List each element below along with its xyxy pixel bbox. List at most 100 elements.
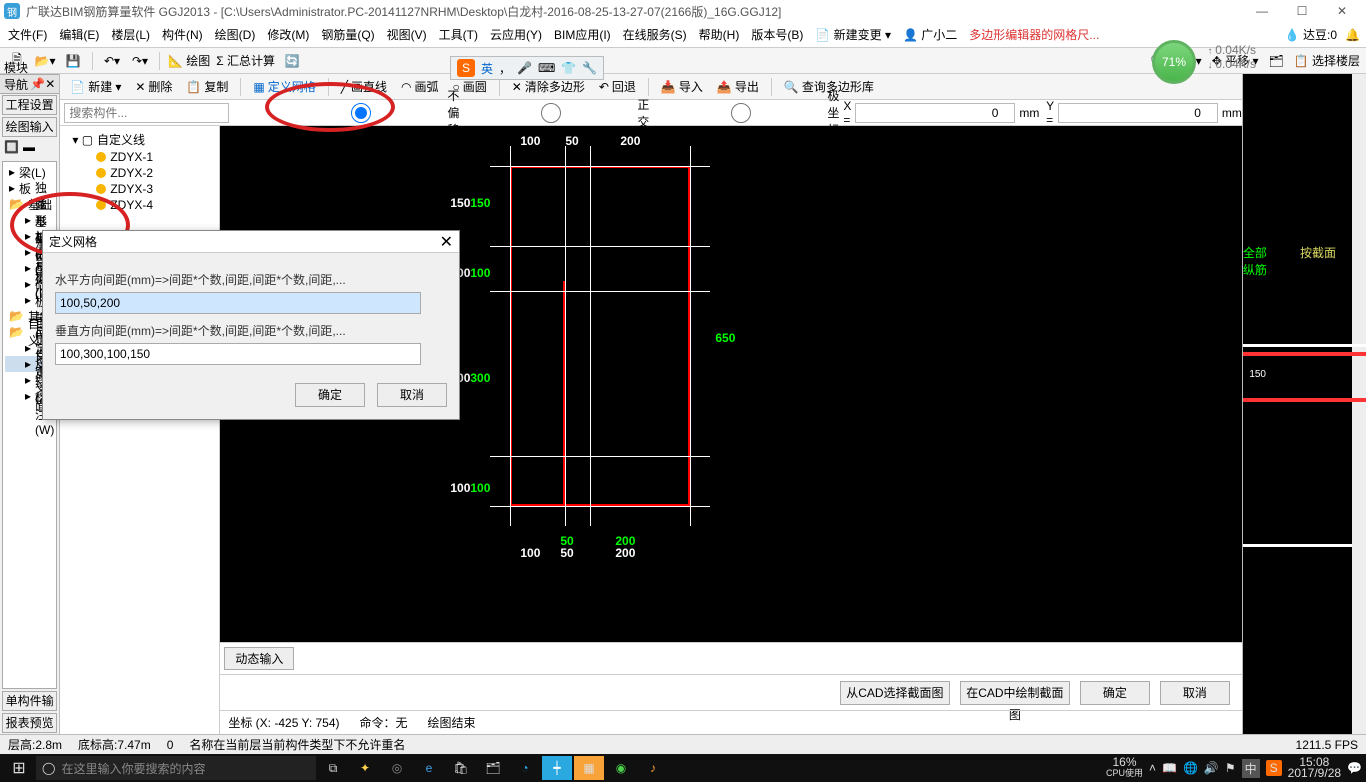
- preview-scrollbar[interactable]: [1352, 74, 1366, 734]
- tree-root[interactable]: ▾ ▢ 自定义线: [64, 130, 215, 149]
- vert-spacing-input[interactable]: [55, 343, 421, 365]
- report-preview-btn[interactable]: 报表预览: [2, 713, 57, 733]
- cpu-meter[interactable]: 16%CPU使用: [1106, 757, 1143, 779]
- x-input[interactable]: [855, 103, 1015, 123]
- new-change-btn[interactable]: 📄 新建变更 ▾: [813, 24, 893, 45]
- in-cad-btn[interactable]: 在CAD中绘制截面图: [960, 681, 1070, 705]
- ime-keyboard-icon[interactable]: ⌨: [538, 61, 555, 75]
- performance-badge[interactable]: 71%: [1152, 40, 1196, 84]
- custom-line-tree[interactable]: ▾ ▢ 自定义线 ZDYX-1 ZDYX-2 ZDYX-3 ZDYX-4: [60, 126, 220, 734]
- tree-mode-icon2[interactable]: ▬: [23, 140, 35, 158]
- taskbar-search[interactable]: ◯ 在这里输入你要搜索的内容: [36, 756, 316, 780]
- horiz-spacing-input[interactable]: [55, 292, 421, 314]
- delete-btn[interactable]: ✕ 删除: [131, 76, 176, 97]
- menu-版本号(B)[interactable]: 版本号(B): [749, 24, 805, 45]
- tb-edge-icon[interactable]: e: [414, 756, 444, 780]
- tb-app-4[interactable]: ┿: [542, 756, 572, 780]
- tb-store-icon[interactable]: 🛍: [446, 756, 476, 780]
- redo-icon[interactable]: ↷▾: [129, 51, 151, 71]
- canvas-ok-btn[interactable]: 确定: [1080, 681, 1150, 705]
- tb-app-5[interactable]: ▦: [574, 756, 604, 780]
- tray-book-icon[interactable]: 📖: [1162, 761, 1177, 775]
- undo-icon[interactable]: ↶▾: [101, 51, 123, 71]
- tb-app-7[interactable]: ♪: [638, 756, 668, 780]
- user-label[interactable]: 👤 广小二: [901, 24, 959, 45]
- from-cad-btn[interactable]: 从CAD选择截面图: [840, 681, 950, 705]
- ime-toolbar[interactable]: S 英 ， 🎤 ⌨ 👕 🔧: [450, 56, 604, 80]
- menu-帮助(H)[interactable]: 帮助(H): [697, 24, 742, 45]
- tree-item[interactable]: ▸ 梁(L): [5, 164, 54, 180]
- dialog-ok-btn[interactable]: 确定: [295, 383, 365, 407]
- dialog-titlebar[interactable]: 定义网格 ✕: [43, 231, 459, 253]
- tray-net-icon[interactable]: 🌐: [1183, 761, 1198, 775]
- gear-icon: [96, 200, 106, 210]
- save-icon[interactable]: 💾: [62, 51, 84, 71]
- y-input[interactable]: [1058, 103, 1218, 123]
- single-component-btn[interactable]: 单构件输入: [2, 691, 57, 711]
- maximize-button[interactable]: ☐: [1282, 4, 1322, 18]
- menu-编辑(E)[interactable]: 编辑(E): [57, 24, 101, 45]
- ime-settings-icon[interactable]: 🔧: [582, 61, 597, 75]
- canvas-cancel-btn[interactable]: 取消: [1160, 681, 1230, 705]
- tb-app-6[interactable]: ◉: [606, 756, 636, 780]
- tb-explorer-icon[interactable]: 🗂: [478, 756, 508, 780]
- ime-lang[interactable]: 英: [481, 60, 493, 77]
- tray-vol-icon[interactable]: 🔊: [1204, 761, 1219, 775]
- menu-在线服务(S)[interactable]: 在线服务(S): [621, 24, 689, 45]
- menu-文件(F)[interactable]: 文件(F): [6, 24, 49, 45]
- tray-flag-icon[interactable]: ⚑: [1225, 761, 1236, 775]
- sum-btn[interactable]: Σ 汇总计算: [216, 52, 275, 69]
- menu-绘图(D)[interactable]: 绘图(D): [213, 24, 258, 45]
- menu-钢筋量(Q)[interactable]: 钢筋量(Q): [319, 24, 376, 45]
- bell-icon[interactable]: 🔔: [1345, 28, 1360, 42]
- windows-taskbar[interactable]: ⊞ ◯ 在这里输入你要搜索的内容 ⧉ ✦ ◎ e 🛍 🗂 ◔ ┿ ▦ ◉ ♪ 1…: [0, 754, 1366, 782]
- ime-skin-icon[interactable]: 👕: [561, 61, 576, 75]
- clock[interactable]: 15:082017/9/28: [1288, 757, 1341, 779]
- tb-app-2[interactable]: ◎: [382, 756, 412, 780]
- layer-icon[interactable]: 🗂: [1268, 54, 1283, 68]
- sel-floor-btn[interactable]: 📋 选择楼层: [1294, 52, 1360, 69]
- tb-app-3[interactable]: ◔: [510, 756, 540, 780]
- copy-btn[interactable]: 📋 复制: [182, 76, 232, 97]
- ime-indicator[interactable]: 中: [1242, 759, 1260, 778]
- menu-工具(T)[interactable]: 工具(T): [437, 24, 480, 45]
- draw-input-btn[interactable]: 绘图输入: [2, 117, 57, 137]
- menu-楼层(L)[interactable]: 楼层(L): [109, 24, 152, 45]
- new-component-btn[interactable]: 📄 新建 ▾: [66, 76, 125, 97]
- project-settings-btn[interactable]: 工程设置: [2, 95, 57, 115]
- zdyx-item[interactable]: ZDYX-2: [64, 165, 215, 181]
- sogou-tray-icon[interactable]: S: [1266, 760, 1282, 776]
- dynamic-input-toggle[interactable]: 动态输入: [224, 647, 294, 670]
- menu-BIM应用(I)[interactable]: BIM应用(I): [552, 24, 613, 45]
- menu-构件(N)[interactable]: 构件(N): [160, 24, 205, 45]
- draw-btn[interactable]: 📐 绘图: [168, 52, 210, 69]
- minimize-button[interactable]: —: [1242, 4, 1282, 18]
- dim-left-4: 100: [470, 481, 490, 495]
- section-preview[interactable]: 全部纵筋 按截面 150: [1242, 74, 1366, 734]
- zdyx-item[interactable]: ZDYX-3: [64, 181, 215, 197]
- tb-app-1[interactable]: ✦: [350, 756, 380, 780]
- dialog-cancel-btn[interactable]: 取消: [377, 383, 447, 407]
- tree-mode-icon[interactable]: 🔲: [4, 140, 19, 158]
- action-center-icon[interactable]: 💬: [1347, 761, 1362, 775]
- ime-mic-icon[interactable]: 🎤: [517, 61, 532, 75]
- panel-close-icon[interactable]: ✕: [45, 77, 55, 91]
- system-tray[interactable]: 16%CPU使用 ˄ 📖 🌐 🔊 ⚑ 中 S 15:082017/9/28 💬: [1106, 757, 1362, 779]
- close-button[interactable]: ✕: [1322, 4, 1362, 18]
- task-view-icon[interactable]: ⧉: [318, 756, 348, 780]
- open-file-icon[interactable]: 📂▾: [34, 51, 56, 71]
- tray-up-icon[interactable]: ˄: [1149, 761, 1156, 775]
- zdyx-item[interactable]: ZDYX-1: [64, 149, 215, 165]
- menu-云应用(Y)[interactable]: 云应用(Y): [488, 24, 544, 45]
- refresh-icon[interactable]: 🔄: [281, 51, 303, 71]
- dialog-close-icon[interactable]: ✕: [440, 232, 453, 252]
- zdyx-item[interactable]: ZDYX-4: [64, 197, 215, 213]
- menu-修改(M)[interactable]: 修改(M): [265, 24, 311, 45]
- gear-icon: [96, 168, 106, 178]
- start-button[interactable]: ⊞: [4, 758, 34, 778]
- ortho-radio[interactable]: 正交: [467, 96, 649, 130]
- menu-视图(V)[interactable]: 视图(V): [385, 24, 429, 45]
- panel-pin-icon[interactable]: 📌: [30, 77, 45, 91]
- ime-punct-icon[interactable]: ，: [499, 60, 511, 77]
- search-component-input[interactable]: [64, 103, 229, 123]
